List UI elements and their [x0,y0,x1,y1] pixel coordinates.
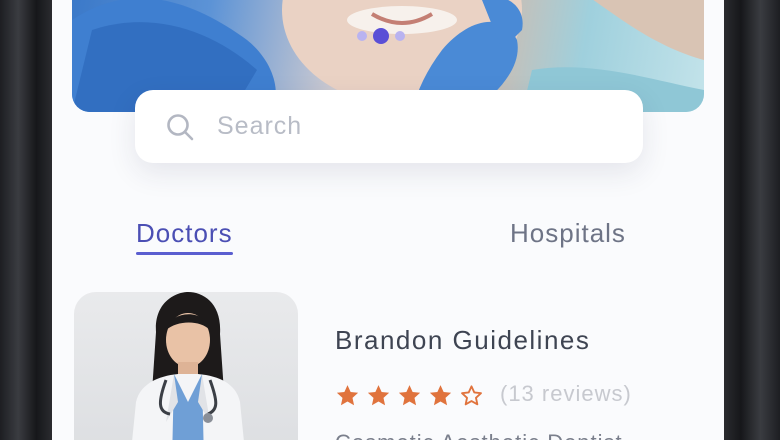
tab-doctors[interactable]: Doctors [136,218,233,255]
search-placeholder: Search [217,112,303,140]
star-filled-icon [367,385,390,406]
carousel-dot-active[interactable] [373,28,389,44]
doctor-specialty: Cosmetic Aesthetic Dentist [335,430,623,440]
search-input[interactable]: Search [135,90,643,163]
carousel-dot[interactable] [357,31,367,41]
carousel-indicator [357,28,405,44]
star-filled-icon [336,385,359,406]
search-icon [167,113,194,140]
phone-screen: Search Doctors Hospitals Brandon Guideli… [52,0,724,440]
doctor-name[interactable]: Brandon Guidelines [335,325,590,356]
star-filled-icon [429,385,452,406]
tab-hospitals[interactable]: Hospitals [510,218,626,249]
review-count: (13 reviews) [500,381,632,406]
star-outline-icon [461,385,482,406]
phone-frame-left [0,0,52,440]
carousel-dot[interactable] [395,31,405,41]
rating-stars [335,383,484,408]
doctor-portrait [132,292,244,440]
star-filled-icon [398,385,421,406]
doctor-avatar[interactable] [74,292,298,440]
phone-frame-right [724,0,780,440]
